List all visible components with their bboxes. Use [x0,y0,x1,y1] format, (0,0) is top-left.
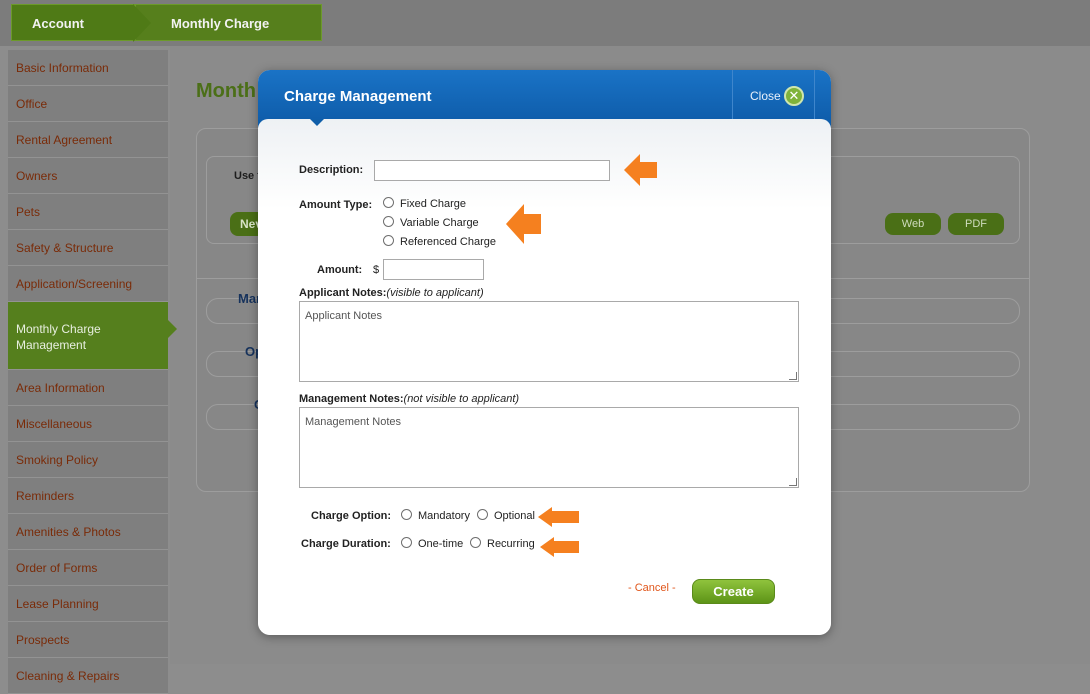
sidebar-active-pointer [168,320,177,338]
header-divider [814,70,815,120]
annotation-arrow-icon [506,202,542,246]
annotation-arrow-icon [540,536,580,558]
management-notes-placeholder: Management Notes [305,416,401,428]
web-button[interactable]: Web [885,213,941,235]
sidebar-item-amenities-photos[interactable]: Amenities & Photos [8,514,168,550]
recurring-label: Recurring [487,538,535,550]
pdf-button[interactable]: PDF [948,213,1004,235]
sidebar-item-order-of-forms[interactable]: Order of Forms [8,550,168,586]
sidebar-item-monthly-charge-management[interactable]: Monthly Charge Management [8,302,168,370]
sidebar-item-area-information[interactable]: Area Information [8,370,168,406]
amount-input[interactable] [383,259,484,280]
variable-charge-label: Variable Charge [400,217,479,229]
fixed-charge-label: Fixed Charge [400,198,467,210]
fixed-charge-radio[interactable] [383,197,394,208]
sidebar-item-safety-structure[interactable]: Safety & Structure [8,230,168,266]
sidebar-item-basic-information[interactable]: Basic Information [8,50,168,86]
applicant-notes-placeholder: Applicant Notes [305,310,383,322]
instruction-text: Use t [234,170,261,182]
sidebar-item-smoking-policy[interactable]: Smoking Policy [8,442,168,478]
sidebar-item-label-line1: Monthly Charge [16,322,101,336]
charge-option-label: Charge Option: [311,510,392,522]
charge-duration-label: Charge Duration: [301,538,391,550]
applicant-notes-label: Applicant Notes:(visible to applicant) [299,287,484,299]
management-notes-label: Management Notes:(not visible to applica… [299,393,519,405]
recurring-radio[interactable] [470,537,481,548]
amount-label: Amount: [317,264,363,276]
sidebar-item-owners[interactable]: Owners [8,158,168,194]
optional-label: Optional [494,510,535,522]
referenced-charge-label: Referenced Charge [400,236,497,248]
annotation-arrow-icon [538,506,580,528]
close-icon[interactable]: ✕ [784,86,804,106]
management-notes-label-text: Management Notes: [299,393,404,405]
description-input[interactable] [374,160,610,181]
breadcrumb-separator [133,4,151,42]
amount-type-label: Amount Type: [299,199,373,211]
sidebar-item-office[interactable]: Office [8,86,168,122]
resize-handle[interactable] [789,372,797,380]
sidebar-item-application-screening[interactable]: Application/Screening [8,266,168,302]
one-time-label: One-time [418,538,464,550]
breadcrumb-account-settings[interactable]: Account Settings [11,4,135,68]
page-title: Month [196,80,256,102]
sidebar-item-lease-planning[interactable]: Lease Planning [8,586,168,622]
header-divider [732,70,733,120]
sidebar-item-rental-agreement[interactable]: Rental Agreement [8,122,168,158]
applicant-notes-hint: (visible to applicant) [386,287,484,299]
management-notes-hint: (not visible to applicant) [403,393,520,405]
create-button[interactable]: Create [692,579,775,604]
optional-radio[interactable] [477,509,488,520]
sidebar: Basic Information Office Rental Agreemen… [8,50,168,694]
currency-symbol: $ [373,264,380,276]
one-time-radio[interactable] [401,537,412,548]
resize-handle[interactable] [789,478,797,486]
applicant-notes-textarea[interactable]: Applicant Notes [299,301,799,382]
management-notes-textarea[interactable]: Management Notes [299,407,799,488]
close-link[interactable]: Close [750,89,781,103]
charge-management-dialog: Charge Management Close ✕ Description: A… [258,70,831,635]
applicant-notes-label-text: Applicant Notes: [299,287,387,299]
sidebar-item-reminders[interactable]: Reminders [8,478,168,514]
mandatory-label: Mandatory [418,510,470,522]
annotation-arrow-icon [624,152,658,188]
description-label: Description: [299,164,364,176]
sidebar-item-miscellaneous[interactable]: Miscellaneous [8,406,168,442]
cancel-link[interactable]: - Cancel - [628,582,676,594]
sidebar-item-cleaning-repairs[interactable]: Cleaning & Repairs [8,658,168,694]
breadcrumb-monthly-charge[interactable]: Monthly Charge [135,4,322,41]
dialog-title: Charge Management [284,88,432,105]
header-notch [310,119,324,126]
sidebar-item-label-line2: Management [16,338,87,352]
mandatory-radio[interactable] [401,509,412,520]
sidebar-item-prospects[interactable]: Prospects [8,622,168,658]
sidebar-item-pets[interactable]: Pets [8,194,168,230]
variable-charge-radio[interactable] [383,216,394,227]
referenced-charge-radio[interactable] [383,235,394,246]
